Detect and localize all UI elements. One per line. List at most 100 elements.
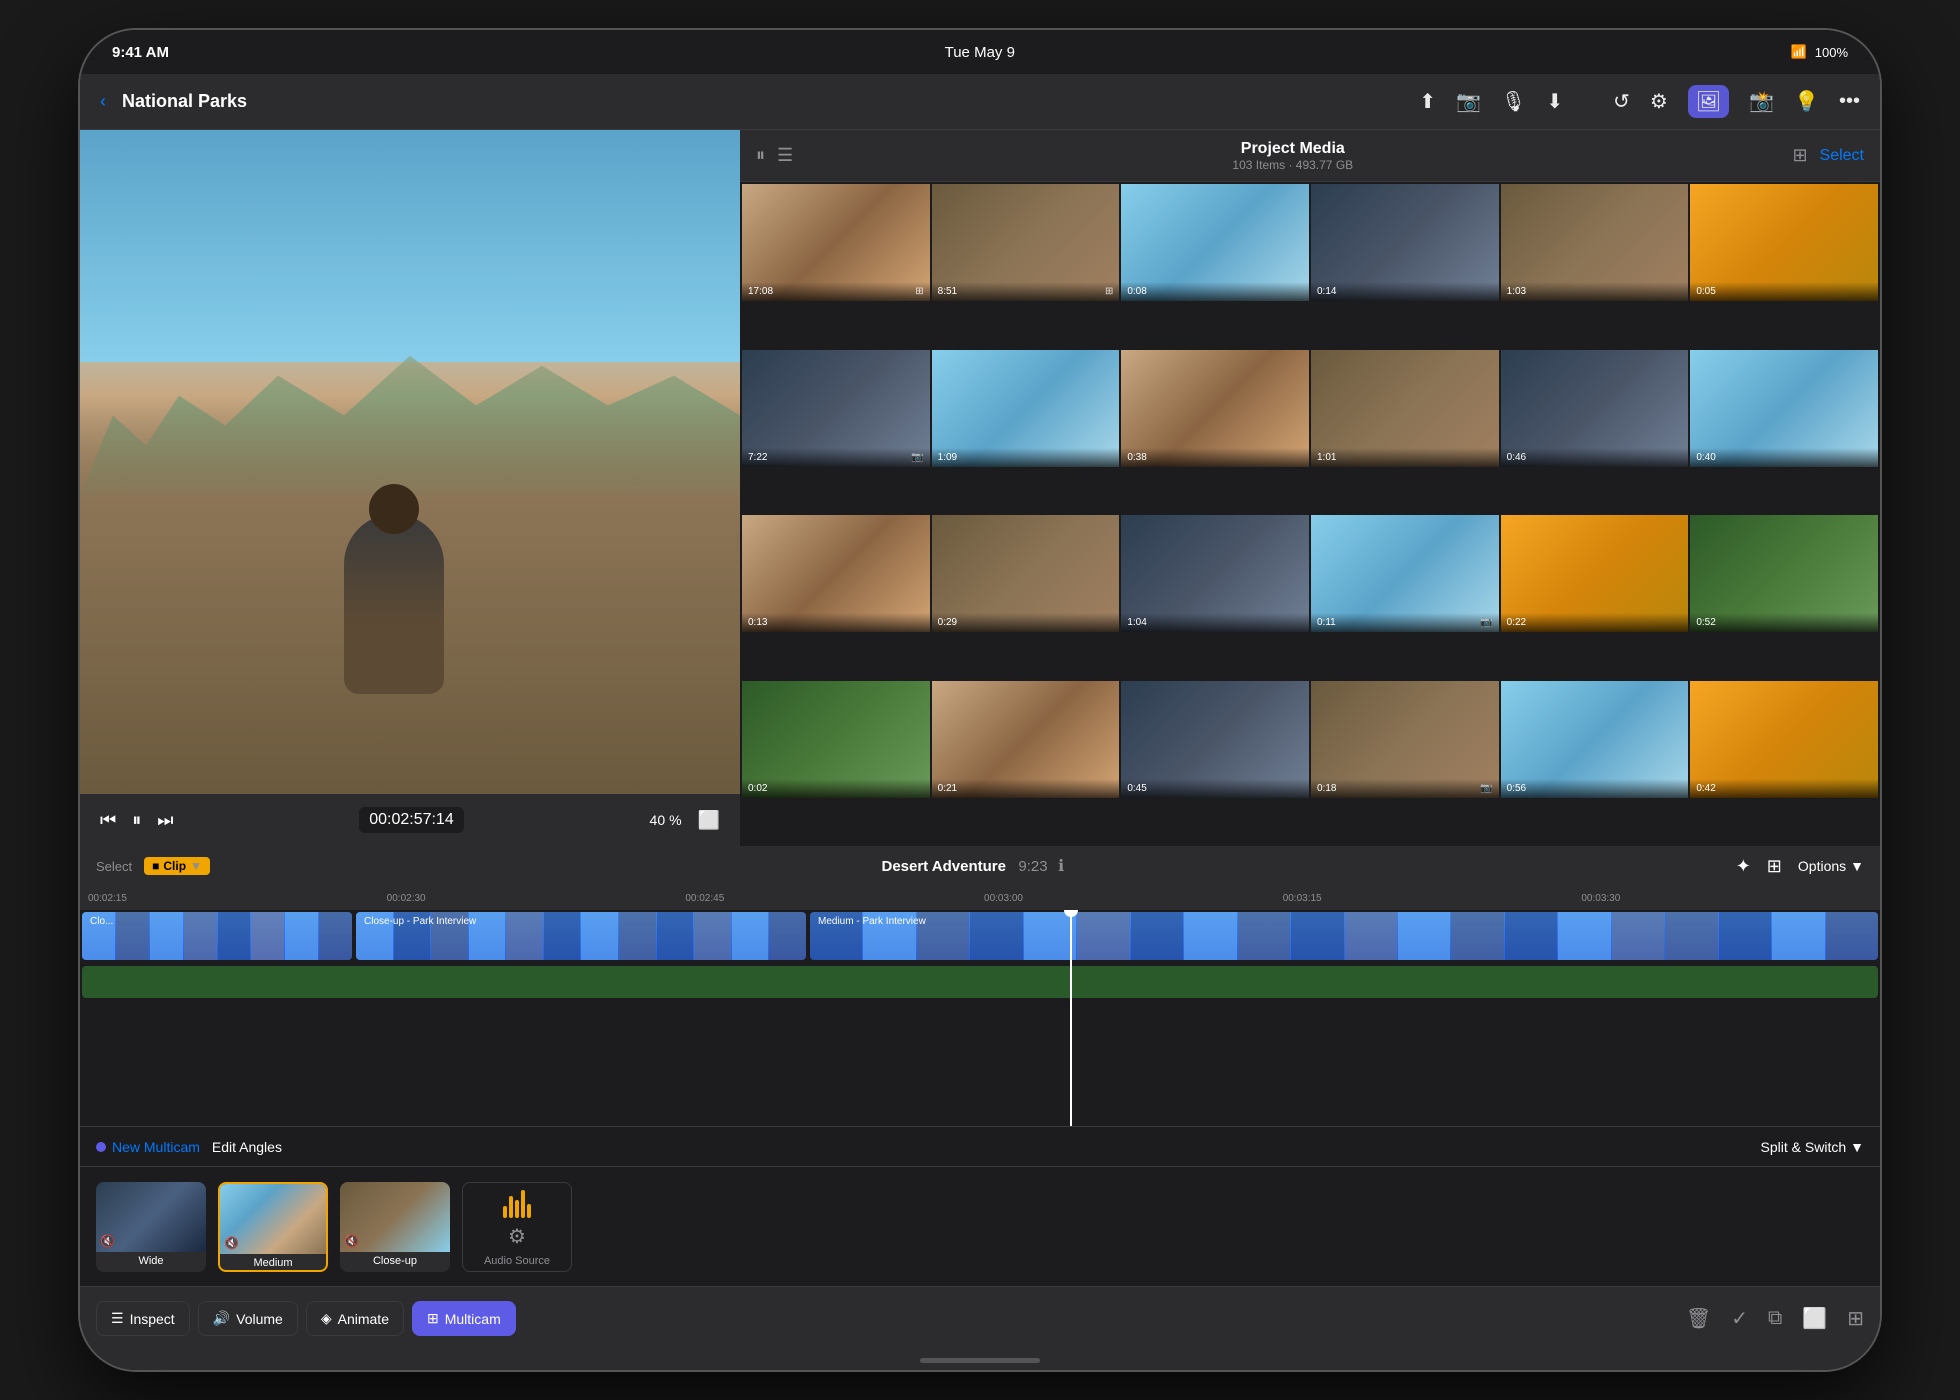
grid-layout-icon[interactable]: ⊞ bbox=[1847, 1306, 1864, 1331]
camera-icon: 📷 bbox=[1480, 617, 1492, 628]
multicam-angle-closeup[interactable]: 🔇 Close-up bbox=[340, 1182, 450, 1272]
clip-badge[interactable]: ■ Clip ▼ bbox=[144, 857, 210, 875]
split-view-icon[interactable]: ⧉ bbox=[1768, 1307, 1782, 1330]
media-item[interactable]: 0:11 📷 bbox=[1311, 515, 1499, 632]
timeline-tracks: Clo... Close-up - Park Interview Medium … bbox=[80, 910, 1880, 1126]
grid-view-icon[interactable]: ⊞ bbox=[1792, 145, 1807, 166]
track-clip[interactable]: Close-up - Park Interview bbox=[356, 912, 806, 960]
media-duration: 0:42 bbox=[1696, 783, 1715, 794]
media-item[interactable]: 0:42 bbox=[1690, 681, 1878, 798]
media-item[interactable]: 0:13 bbox=[742, 515, 930, 632]
monitor-icon[interactable]: ⬜ bbox=[698, 810, 720, 831]
bottom-right-icons: 🗑 ✓ ⧉ ⬜ ⊞ bbox=[1686, 1306, 1864, 1331]
media-overlay: 0:02 bbox=[742, 779, 930, 798]
media-item[interactable]: 1:03 bbox=[1501, 184, 1689, 301]
photos-icon[interactable]: 🖼 bbox=[1688, 85, 1729, 118]
audio-options-icon[interactable]: ☰ bbox=[777, 145, 793, 166]
multicam-angle-medium[interactable]: 🔇 Medium bbox=[218, 1182, 328, 1272]
playhead[interactable] bbox=[1070, 910, 1072, 1126]
medium-thumb: 🔇 bbox=[220, 1184, 326, 1254]
back-button[interactable]: ‹ bbox=[100, 91, 106, 112]
media-overlay: 0:14 bbox=[1311, 282, 1499, 301]
media-item[interactable]: 1:09 bbox=[932, 350, 1120, 467]
checkmark-icon[interactable]: ✓ bbox=[1731, 1306, 1748, 1331]
multicam-icon: ⊞ bbox=[427, 1310, 439, 1327]
media-item[interactable]: 0:52 bbox=[1690, 515, 1878, 632]
rewind-button[interactable]: ⏮ bbox=[100, 810, 116, 831]
media-overlay: 1:09 bbox=[932, 448, 1120, 467]
media-item[interactable]: 0:38 bbox=[1121, 350, 1309, 467]
media-item[interactable]: 0:21 bbox=[932, 681, 1120, 798]
select-button[interactable]: Select bbox=[1820, 147, 1864, 165]
media-item[interactable]: 0:40 bbox=[1690, 350, 1878, 467]
pause-icon[interactable]: ⏸ bbox=[756, 145, 765, 166]
media-item[interactable]: 1:01 bbox=[1311, 350, 1499, 467]
animate-button[interactable]: ◈ Animate bbox=[306, 1301, 404, 1336]
settings-icon[interactable]: ⚙ bbox=[1650, 89, 1668, 114]
status-right: 📶 100% bbox=[1791, 44, 1848, 60]
magnetic-timeline-icon[interactable]: ✦ bbox=[1736, 856, 1751, 877]
closeup-label: Close-up bbox=[340, 1252, 450, 1270]
upload-icon[interactable]: ⬆ bbox=[1419, 89, 1436, 114]
media-duration: 0:40 bbox=[1696, 452, 1715, 463]
grid-icon: ⊞ bbox=[915, 286, 923, 297]
inspect-label: Inspect bbox=[130, 1311, 175, 1327]
info-icon[interactable]: 💡 bbox=[1794, 89, 1819, 114]
media-item[interactable]: 1:04 bbox=[1121, 515, 1309, 632]
media-duration: 1:09 bbox=[938, 452, 957, 463]
media-item[interactable]: 7:22 📷 bbox=[742, 350, 930, 467]
media-duration: 0:08 bbox=[1127, 286, 1146, 297]
animate-icon: ◈ bbox=[321, 1310, 332, 1327]
media-overlay: 0:18 📷 bbox=[1311, 779, 1499, 798]
media-overlay: 0:08 bbox=[1121, 282, 1309, 301]
new-multicam-button[interactable]: New Multicam bbox=[96, 1139, 200, 1155]
media-item[interactable]: 0:45 bbox=[1121, 681, 1309, 798]
media-item[interactable]: 0:29 bbox=[932, 515, 1120, 632]
media-item[interactable]: 0:05 bbox=[1690, 184, 1878, 301]
home-indicator bbox=[80, 1350, 1880, 1370]
ruler-mark: 00:02:15 bbox=[88, 893, 387, 904]
volume-button[interactable]: 🔊 Volume bbox=[198, 1301, 298, 1336]
info-circle-icon[interactable]: ℹ bbox=[1058, 858, 1064, 875]
new-multicam-label: New Multicam bbox=[112, 1139, 200, 1155]
media-item[interactable]: 17:08 ⊞ bbox=[742, 184, 930, 301]
play-pause-button[interactable]: ⏸ bbox=[132, 810, 141, 831]
options-button[interactable]: Options ▼ bbox=[1798, 858, 1864, 874]
media-duration: 0:45 bbox=[1127, 783, 1146, 794]
track-clip[interactable]: Medium - Park Interview bbox=[810, 912, 1878, 960]
left-panel: ⏮ ⏸ ⏭ 00:02:57:14 40 % ⬜ bbox=[80, 130, 740, 846]
voiceover-icon[interactable]: 🎙 bbox=[1501, 89, 1526, 114]
inspect-button[interactable]: ☰ Inspect bbox=[96, 1301, 190, 1336]
layout-icon[interactable]: ⬜ bbox=[1802, 1306, 1827, 1331]
media-item[interactable]: 8:51 ⊞ bbox=[932, 184, 1120, 301]
audio-track-clip[interactable] bbox=[82, 966, 1878, 998]
media-item[interactable]: 0:02 bbox=[742, 681, 930, 798]
fast-forward-button[interactable]: ⏭ bbox=[157, 810, 173, 831]
clip-label: Clo... bbox=[86, 914, 117, 929]
wide-label: Wide bbox=[96, 1252, 206, 1270]
audio-source-clip[interactable]: ⚙ Audio Source bbox=[462, 1182, 572, 1272]
media-item[interactable]: 0:56 bbox=[1501, 681, 1689, 798]
media-duration: 0:56 bbox=[1507, 783, 1526, 794]
camera-record-icon[interactable]: 📷 bbox=[1456, 89, 1481, 114]
media-item[interactable]: 0:18 📷 bbox=[1311, 681, 1499, 798]
media-item[interactable]: 0:22 bbox=[1501, 515, 1689, 632]
multicam-button[interactable]: ⊞ Multicam bbox=[412, 1301, 516, 1336]
snap-icon[interactable]: ⊞ bbox=[1767, 856, 1782, 877]
ruler-mark: 00:02:45 bbox=[685, 893, 984, 904]
media-item[interactable]: 0:14 bbox=[1311, 184, 1499, 301]
share-icon[interactable]: ⬇ bbox=[1546, 89, 1563, 114]
history-icon[interactable]: ↺ bbox=[1613, 89, 1630, 114]
media-item[interactable]: 0:46 bbox=[1501, 350, 1689, 467]
timeline-section: Select ■ Clip ▼ Desert Adventure 9:23 ℹ … bbox=[80, 846, 1880, 1126]
more-icon[interactable]: ••• bbox=[1839, 90, 1860, 113]
track-clip[interactable]: Clo... bbox=[82, 912, 352, 960]
media-overlay: 0:38 bbox=[1121, 448, 1309, 467]
media-item[interactable]: 0:08 bbox=[1121, 184, 1309, 301]
multicam-angle-wide[interactable]: 🔇 Wide bbox=[96, 1182, 206, 1272]
media-overlay: 0:22 bbox=[1501, 613, 1689, 632]
split-switch-button[interactable]: Split & Switch ▼ bbox=[1761, 1139, 1864, 1155]
edit-angles-button[interactable]: Edit Angles bbox=[212, 1139, 282, 1155]
delete-icon[interactable]: 🗑 bbox=[1686, 1306, 1711, 1331]
camera-angle-icon[interactable]: 📸 bbox=[1749, 89, 1774, 114]
